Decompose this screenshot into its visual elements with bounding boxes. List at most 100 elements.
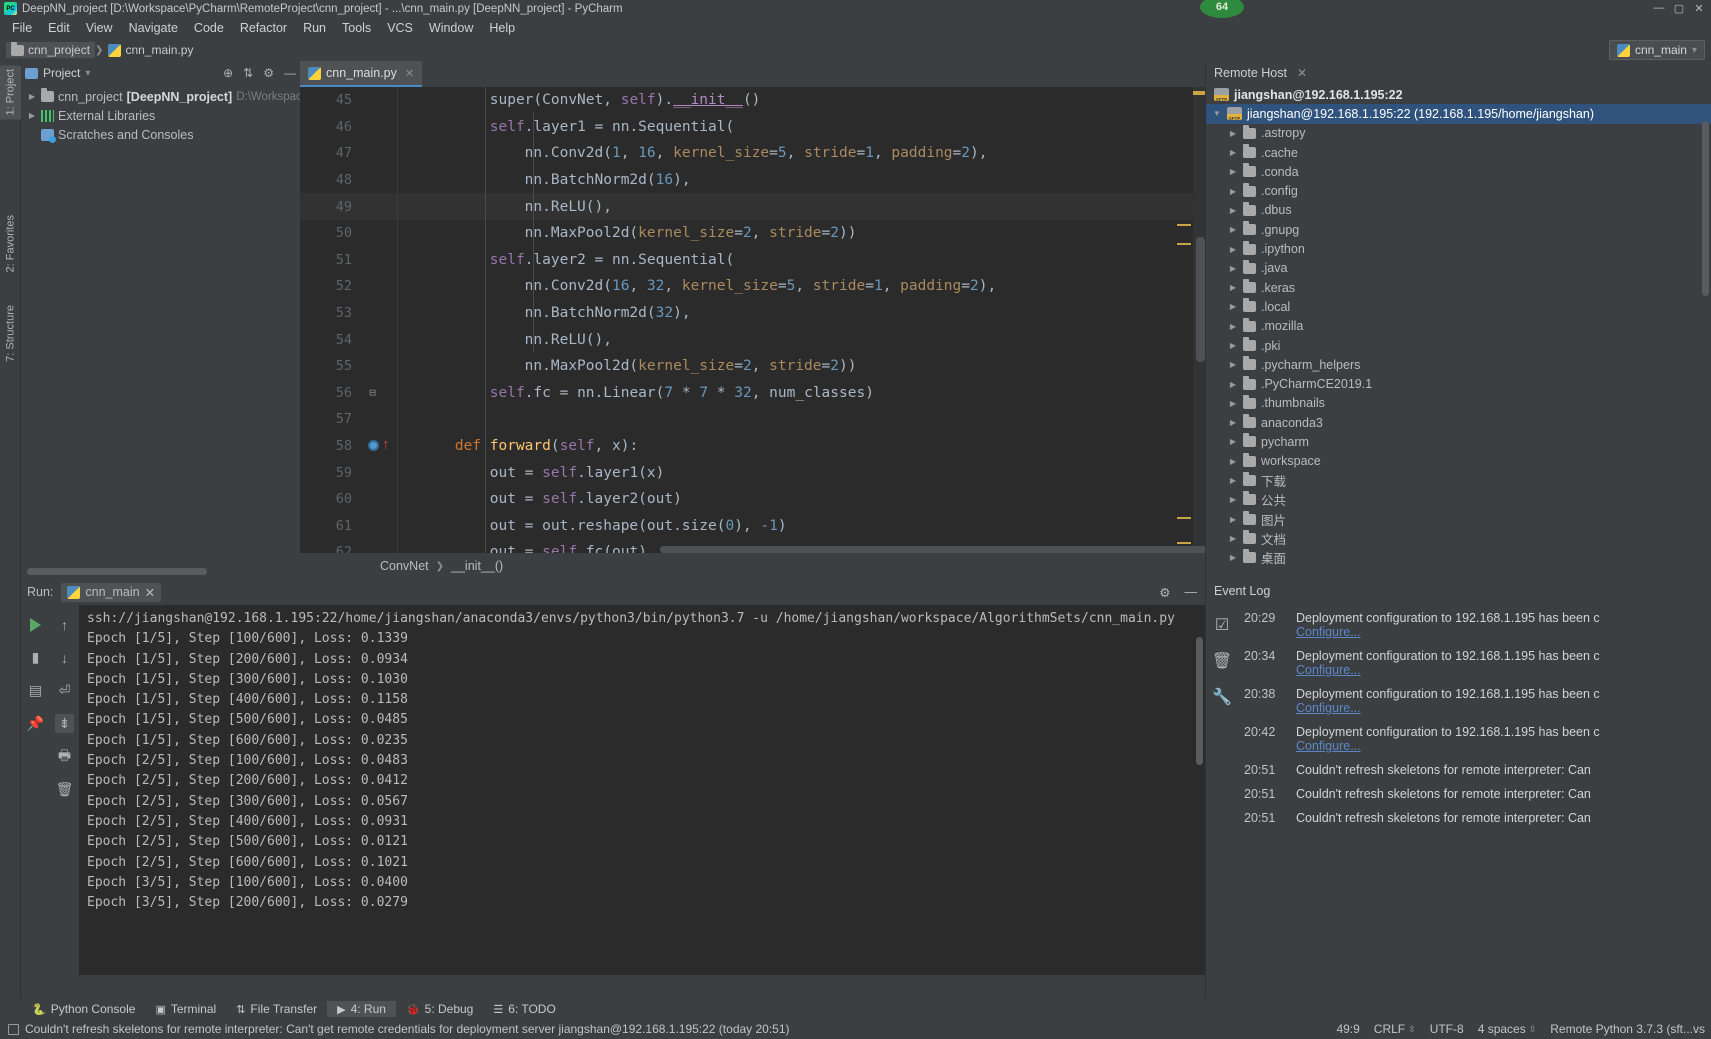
sidebar-tab-project[interactable]: 1: Project	[0, 65, 21, 120]
chevron-right-icon[interactable]: ▶	[1228, 457, 1238, 466]
line-number[interactable]: 49	[300, 199, 360, 215]
remote-tree-item[interactable]: ▶ .config	[1206, 181, 1711, 200]
project-horizontal-scrollbar[interactable]	[27, 568, 207, 575]
remote-tree-item[interactable]: ▶ .thumbnails	[1206, 394, 1711, 413]
gear-icon[interactable]: ⚙	[263, 66, 274, 80]
chevron-right-icon[interactable]: ▶	[1228, 322, 1238, 331]
remote-tree-item[interactable]: ▶ workspace	[1206, 452, 1711, 471]
configure-link[interactable]: Configure...	[1296, 701, 1600, 715]
menu-navigate[interactable]: Navigate	[121, 19, 186, 37]
line-number[interactable]: 50	[300, 225, 360, 241]
configure-link[interactable]: Configure...	[1296, 739, 1600, 753]
configure-link[interactable]: Configure...	[1296, 663, 1600, 677]
print-icon[interactable]: 🖶	[55, 747, 74, 766]
remote-server-row[interactable]: jiangshan@192.168.1.195:22	[1206, 85, 1711, 104]
rerun-icon[interactable]	[26, 615, 45, 634]
line-number[interactable]: 48	[300, 172, 360, 188]
chevron-right-icon[interactable]: ▶	[1228, 264, 1238, 273]
chevron-right-icon[interactable]: ▶	[1228, 515, 1238, 524]
line-number[interactable]: 55	[300, 358, 360, 374]
line-number[interactable]: 51	[300, 252, 360, 268]
remote-tree-item[interactable]: ▶ .astropy	[1206, 124, 1711, 143]
editor-vertical-scrollbar[interactable]	[1196, 237, 1205, 362]
remote-root-row[interactable]: ▼ jiangshan@192.168.1.195:22 (192.168.1.…	[1206, 104, 1711, 124]
chevron-right-icon[interactable]: ▶	[1228, 167, 1238, 176]
remote-tree-item[interactable]: ▶ 桌面	[1206, 548, 1711, 567]
remote-tree-item[interactable]: ▶ .keras	[1206, 278, 1711, 297]
chevron-right-icon[interactable]: ▶	[1228, 206, 1238, 215]
menu-run[interactable]: Run	[295, 19, 334, 37]
remote-tree-item[interactable]: ▶ anaconda3	[1206, 413, 1711, 432]
line-number[interactable]: 45	[300, 92, 360, 108]
line-number[interactable]: 53	[300, 305, 360, 321]
wrench-icon[interactable]: 🔧	[1212, 687, 1232, 707]
fold-marker[interactable]: ⊟	[360, 386, 385, 399]
layout-icon[interactable]: ▤	[26, 681, 45, 700]
remote-tree-item[interactable]: ▶ .PyCharmCE2019.1	[1206, 374, 1711, 393]
scroll-to-end-icon[interactable]: ⇟	[55, 714, 74, 733]
remote-tree-item[interactable]: ▶ .gnupg	[1206, 220, 1711, 239]
mark-read-icon[interactable]: ☑	[1215, 615, 1229, 635]
line-number[interactable]: 62	[300, 544, 360, 553]
chevron-right-icon[interactable]: ▶	[1228, 245, 1238, 254]
caret-position[interactable]: 49:9	[1336, 1022, 1359, 1036]
python-interpreter[interactable]: Remote Python 3.7.3 (sft...vs	[1550, 1022, 1705, 1036]
remote-tree-item[interactable]: ▶ 公共	[1206, 490, 1711, 509]
toolstrip-5-debug[interactable]: 🐞 5: Debug	[396, 1001, 483, 1017]
remote-tree-item[interactable]: ▶ pycharm	[1206, 432, 1711, 451]
chevron-right-icon[interactable]: ▶	[1228, 360, 1238, 369]
run-to-cursor-icon[interactable]: ↑	[382, 437, 390, 452]
line-separator[interactable]: CRLF ⇳	[1374, 1022, 1416, 1036]
breadcrumb-file[interactable]: cnn_main.py	[103, 42, 198, 58]
chevron-down-icon[interactable]: ▾	[85, 68, 90, 79]
menu-help[interactable]: Help	[481, 19, 523, 37]
chevron-right-icon[interactable]: ▶	[1228, 187, 1238, 196]
tree-item-cnn-project[interactable]: ▶ cnn_project [DeepNN_project] D:\Worksp…	[21, 87, 308, 106]
close-button[interactable]: ✕	[1689, 0, 1709, 16]
configure-link[interactable]: Configure...	[1296, 625, 1600, 639]
chevron-right-icon[interactable]: ▶	[1228, 495, 1238, 504]
remote-tree-item[interactable]: ▶ .conda	[1206, 162, 1711, 181]
file-encoding[interactable]: UTF-8	[1430, 1022, 1464, 1036]
code-editor[interactable]: 45 super(ConvNet, self).__init__() 46 sel…	[300, 87, 1205, 553]
chevron-right-icon[interactable]: ▶	[1228, 476, 1238, 485]
chevron-right-icon[interactable]: ▶	[1228, 399, 1238, 408]
indent-setting[interactable]: 4 spaces ⇳	[1478, 1022, 1537, 1036]
breadcrumb-project[interactable]: cnn_project	[6, 41, 96, 58]
chevron-right-icon[interactable]: ▶	[1228, 302, 1238, 311]
menu-code[interactable]: Code	[186, 19, 232, 37]
breadcrumb-method[interactable]: __init__()	[451, 559, 503, 573]
remote-scrollbar[interactable]	[1702, 121, 1709, 296]
soft-wrap-icon[interactable]: ⏎	[55, 681, 74, 700]
toolstrip-4-run[interactable]: ▶ 4: Run	[327, 1001, 396, 1017]
sidebar-tab-favorites[interactable]: 2: Favorites	[0, 211, 21, 276]
console-scrollbar[interactable]	[1196, 637, 1203, 765]
remote-tree-item[interactable]: ▶ 文档	[1206, 529, 1711, 548]
tree-item-scratches[interactable]: Scratches and Consoles	[21, 125, 300, 144]
line-number[interactable]: 56	[300, 385, 360, 401]
line-number[interactable]: 52	[300, 278, 360, 294]
menu-refactor[interactable]: Refactor	[232, 19, 295, 37]
editor-horizontal-scrollbar[interactable]	[660, 546, 1205, 553]
console-output[interactable]: ssh://jiangshan@192.168.1.195:22/home/ji…	[79, 605, 1205, 975]
breakpoint-icon[interactable]	[368, 439, 379, 451]
remote-tree-item[interactable]: ▶ 下载	[1206, 471, 1711, 490]
minimize-button[interactable]: —	[1649, 0, 1669, 16]
remote-tree-item[interactable]: ▶ .java	[1206, 259, 1711, 278]
chevron-right-icon[interactable]: ▶	[1228, 418, 1238, 427]
close-icon[interactable]: ✕	[145, 585, 155, 600]
chevron-right-icon[interactable]: ▶	[1228, 437, 1238, 446]
line-number[interactable]: 61	[300, 518, 360, 534]
hide-panel-icon[interactable]: —	[1185, 585, 1198, 599]
chevron-right-icon[interactable]: ▶	[27, 111, 37, 120]
line-number[interactable]: 60	[300, 491, 360, 507]
remote-tree-item[interactable]: ▶ .local	[1206, 297, 1711, 316]
chevron-right-icon[interactable]: ▶	[1228, 341, 1238, 350]
toolstrip-6-todo[interactable]: ☰ 6: TODO	[483, 1001, 565, 1017]
status-message-group[interactable]: Couldn't refresh skeletons for remote in…	[0, 1022, 790, 1036]
remote-tree-item[interactable]: ▶ 图片	[1206, 510, 1711, 529]
menu-tools[interactable]: Tools	[334, 19, 379, 37]
line-number[interactable]: 46	[300, 119, 360, 135]
chevron-right-icon[interactable]: ▶	[1228, 534, 1238, 543]
remote-tree-item[interactable]: ▶ .mozilla	[1206, 317, 1711, 336]
